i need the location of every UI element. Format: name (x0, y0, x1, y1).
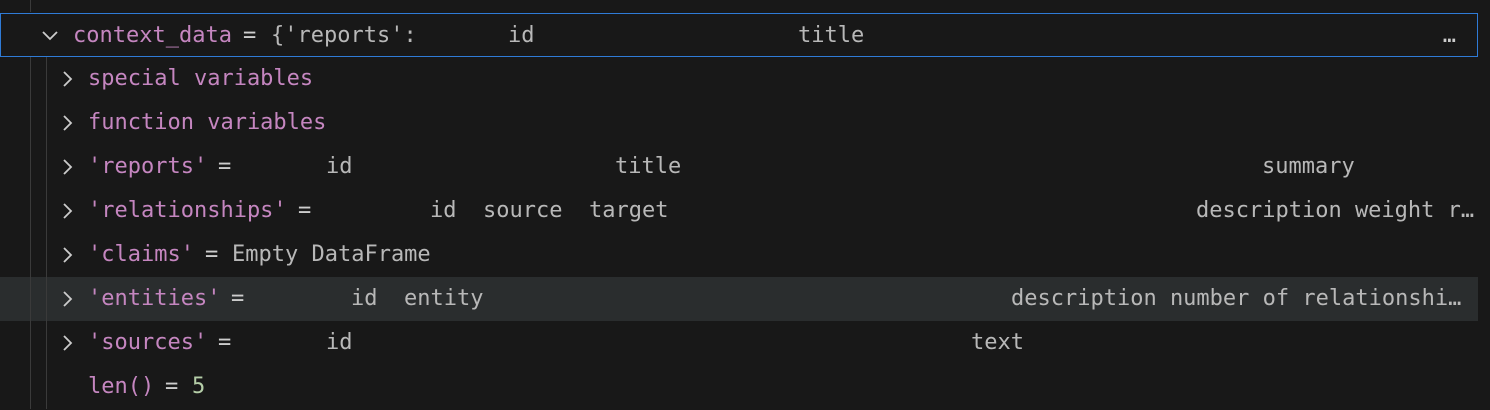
indent-guide (46, 101, 47, 145)
variable-value: Empty DataFrame (232, 242, 431, 267)
variable-row-special-variables[interactable]: special variables (0, 57, 1478, 101)
value-ellipsis[interactable]: … (1443, 14, 1456, 58)
column-source: source (483, 198, 563, 223)
column-id: id (351, 286, 378, 311)
chevron-right-icon[interactable] (55, 189, 79, 233)
indent-guide (46, 365, 47, 409)
indent-guide (30, 189, 31, 233)
indent-guide (46, 145, 47, 189)
column-title: title (798, 23, 865, 48)
variable-name: 'claims' (88, 242, 194, 267)
variable-name: context_data (73, 23, 232, 48)
indent-guide (30, 0, 31, 12)
variable-row-function-variables[interactable]: function variables (0, 101, 1478, 145)
indent-guide (46, 57, 47, 101)
indent-guide (46, 233, 47, 277)
column-id: id (326, 330, 353, 355)
variable-row-entities[interactable]: 'entities' = id entity description numbe… (0, 277, 1478, 321)
column-id: id (326, 154, 353, 179)
variable-row-len[interactable]: len() = 5 (0, 365, 1478, 409)
variable-row-relationships[interactable]: 'relationships' = id source target descr… (0, 189, 1478, 233)
equals-sign: = (165, 374, 179, 399)
variable-row-claims[interactable]: 'claims' = Empty DataFrame (0, 233, 1478, 277)
equals-sign: = (298, 198, 312, 223)
chevron-right-icon[interactable] (55, 145, 79, 189)
debug-variables-panel: context_data = {'reports': id title … sp… (0, 0, 1490, 410)
variable-value-prefix: {'reports': (271, 23, 417, 48)
indent-guide (30, 57, 31, 101)
column-entity: entity (404, 286, 484, 311)
indent-guide (30, 277, 31, 321)
variable-name: len() (88, 374, 155, 399)
variable-row-reports[interactable]: 'reports' = id title summary (0, 145, 1478, 189)
variable-name: 'sources' (88, 330, 208, 355)
equals-sign: = (243, 23, 257, 48)
column-id: id (430, 198, 457, 223)
variable-row-context-data[interactable]: context_data = {'reports': id title … (0, 13, 1478, 57)
indent-guide (30, 365, 31, 409)
variable-row-sources[interactable]: 'sources' = id text (0, 321, 1478, 365)
indent-guide (30, 101, 31, 145)
variable-name: 'relationships' (88, 198, 287, 223)
equals-sign: = (231, 286, 245, 311)
column-title: title (615, 154, 682, 179)
equals-sign: = (218, 330, 232, 355)
column-target: target (589, 198, 669, 223)
variable-name: function variables (88, 110, 327, 135)
column-summary: summary (1262, 154, 1355, 179)
indent-guide (30, 145, 31, 189)
variable-name: 'entities' (88, 286, 221, 311)
indent-guide (46, 321, 47, 365)
column-rest: description number of relationshi… (1011, 286, 1462, 311)
variable-name: special variables (88, 66, 314, 91)
indent-guide (30, 233, 31, 277)
chevron-right-icon[interactable] (55, 277, 79, 321)
chevron-right-icon[interactable] (55, 57, 79, 101)
variable-value: 5 (192, 374, 206, 399)
previous-row-stub (0, 0, 1490, 12)
column-text: text (971, 330, 1024, 355)
indent-guide (30, 321, 31, 365)
equals-sign: = (205, 242, 219, 267)
chevron-right-icon[interactable] (55, 101, 79, 145)
indent-guide (46, 189, 47, 233)
chevron-right-icon[interactable] (55, 321, 79, 365)
indent-guide (46, 277, 47, 321)
chevron-right-icon[interactable] (55, 233, 79, 277)
variable-name: 'reports' (88, 154, 208, 179)
column-rest: description weight r… (1196, 198, 1475, 223)
chevron-down-icon[interactable] (38, 14, 62, 58)
equals-sign: = (218, 154, 232, 179)
column-id: id (508, 23, 535, 48)
